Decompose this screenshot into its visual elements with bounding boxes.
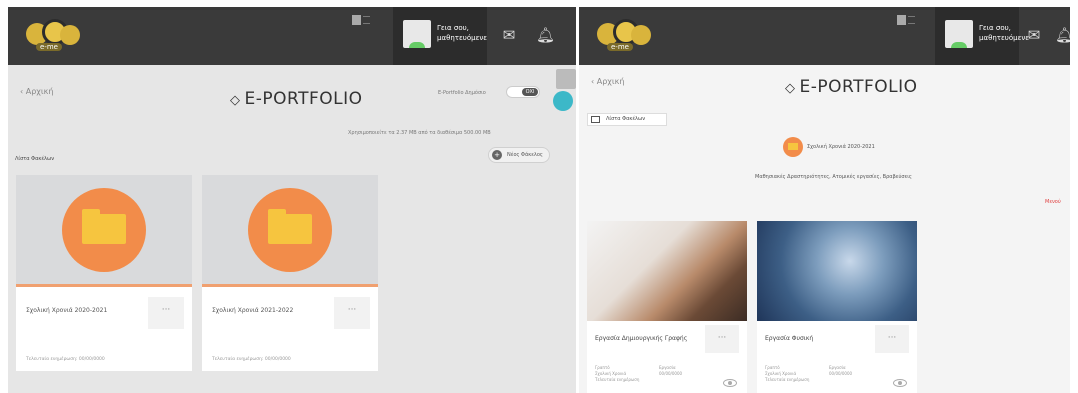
e-me-logo[interactable]: e-me (26, 17, 86, 55)
work-title: Εργασία Φυσική (765, 335, 814, 342)
work-meta-values: Εργασία 00/00/0000 (829, 365, 853, 376)
info-icon[interactable] (553, 91, 573, 111)
section-label: Λίστα Φακέλων (15, 156, 54, 162)
avatar (945, 20, 973, 48)
eye-icon[interactable] (893, 379, 907, 387)
user-menu[interactable]: Γεια σου, μαθητευόμενε (393, 7, 487, 65)
work-meta-values: Εργασία 00/00/0000 (659, 365, 683, 376)
card-menu-button[interactable]: ··· (705, 325, 739, 353)
mail-icon[interactable]: ✉ (500, 27, 518, 43)
folder-icon (268, 208, 312, 244)
bell-icon[interactable]: 🔔︎ (536, 27, 555, 43)
work-meta-labels: Γραπτό Σχολική Χρονιά Τελευταία ενημέρωση (595, 365, 640, 382)
diamond-icon: ◇ (785, 81, 796, 96)
bell-icon[interactable]: 🔔︎ (1055, 27, 1070, 43)
back-link[interactable]: ‹ Αρχική (591, 77, 624, 86)
e-me-logo[interactable]: e-me (597, 17, 657, 55)
folder-icon (82, 208, 126, 244)
card-menu-button[interactable]: ··· (148, 297, 184, 329)
back-link[interactable]: ‹ Αρχική (20, 87, 53, 96)
page-title: ◇ E-PORTFOLIO (230, 89, 363, 109)
card-menu-button[interactable]: ··· (875, 325, 909, 353)
work-meta-labels: Γραπτό Σχολική Χρονιά Τελευταία ενημέρωση (765, 365, 810, 382)
folder-thumbnail (16, 175, 192, 287)
user-menu[interactable]: Γεια σου, μαθητευόμενε (935, 7, 1030, 65)
grid-icon[interactable] (556, 69, 576, 89)
folder-icon (783, 137, 803, 157)
plus-icon: + (492, 150, 502, 160)
view-toggle-icon[interactable] (897, 15, 915, 27)
work-card[interactable]: Εργασία Δημιουργικής Γραφής ··· Γραπτό Σχ… (587, 221, 747, 393)
folder-updated: Τελευταία ενημέρωση: 00/00/0000 (26, 357, 105, 362)
new-folder-button[interactable]: + Νέος Φάκελος (488, 147, 550, 163)
portfolio-folder-detail-view: e-me Γεια σου, μαθητευόμενε ✉ 🔔︎ ‹ Αρχικ… (579, 7, 1070, 393)
more-link[interactable]: Μενού (1045, 199, 1061, 205)
diamond-icon: ◇ (230, 93, 241, 108)
view-toggle-icon[interactable] (352, 15, 370, 27)
folder-card[interactable]: Σχολική Χρονιά 2020-2021 ··· Τελευταία ε… (16, 175, 192, 371)
avatar (403, 20, 431, 48)
folder-title: Σχολική Χρονιά 2021-2022 (212, 307, 294, 314)
folder-outline-icon (591, 116, 600, 123)
folder-list-button[interactable]: Λίστα Φακέλων (587, 113, 667, 126)
folder-updated: Τελευταία ενημέρωση: 00/00/0000 (212, 357, 291, 362)
top-bar: e-me Γεια σου, μαθητευόμενε ✉ 🔔︎ (579, 7, 1070, 65)
storage-usage: Χρησιμοποιείτε τα 2.37 MB από τα διαθέσι… (348, 130, 491, 136)
card-menu-button[interactable]: ··· (334, 297, 370, 329)
folder-categories: Μαθησιακές Δραστηριότητες, Ατομικές εργα… (755, 174, 912, 180)
work-card[interactable]: Εργασία Φυσική ··· Γραπτό Σχολική Χρονιά Τ… (757, 221, 917, 393)
user-greeting: Γεια σου, μαθητευόμενε (437, 24, 488, 42)
eye-icon[interactable] (723, 379, 737, 387)
folder-name: Σχολική Χρονιά 2020-2021 (807, 144, 875, 150)
atom-image (757, 221, 917, 321)
top-bar: e-me Γεια σου, μαθητευόμενε ✉ 🔔︎ (8, 7, 576, 65)
writing-image (587, 221, 747, 321)
public-label: E-Portfolio Δημόσιο (438, 90, 486, 96)
folder-card[interactable]: Σχολική Χρονιά 2021-2022 ··· Τελευταία ε… (202, 175, 378, 371)
folder-thumbnail (202, 175, 378, 287)
work-title: Εργασία Δημιουργικής Γραφής (595, 335, 688, 342)
portfolio-folders-view: e-me Γεια σου, μαθητευόμενε ✉ 🔔︎ ‹ Αρχικ… (8, 7, 576, 393)
page-title: ◇ E-PORTFOLIO (785, 77, 918, 97)
folder-title: Σχολική Χρονιά 2020-2021 (26, 307, 108, 314)
user-greeting: Γεια σου, μαθητευόμενε (979, 24, 1030, 42)
mail-icon[interactable]: ✉ (1025, 27, 1043, 43)
public-toggle[interactable]: ΟΧΙ (506, 86, 540, 98)
